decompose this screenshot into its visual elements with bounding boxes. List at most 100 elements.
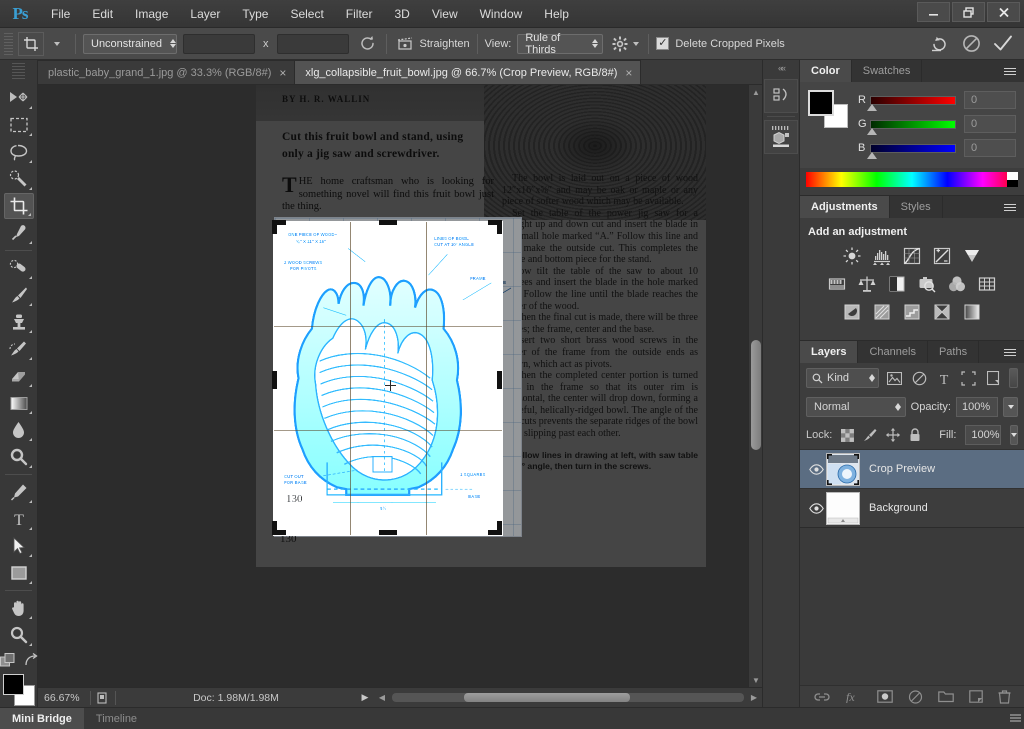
menu-select[interactable]: Select [279, 0, 334, 28]
menu-filter[interactable]: Filter [335, 0, 384, 28]
link-layers-icon[interactable] [813, 691, 830, 703]
blend-mode-stepper[interactable] [894, 403, 901, 411]
black-white-icon[interactable] [887, 274, 907, 294]
crop-overlay-view-select[interactable]: Rule of Thirds [517, 32, 604, 56]
foreground-color-swatch[interactable] [808, 90, 834, 116]
close-button[interactable] [987, 2, 1020, 22]
menu-help[interactable]: Help [533, 0, 580, 28]
scroll-right-arrow[interactable]: ▶ [746, 693, 762, 702]
layer-row-background[interactable]: Background [800, 488, 1024, 527]
zoom-level-field[interactable]: 66.67% [38, 692, 90, 704]
opacity-input[interactable]: 100% [956, 397, 998, 417]
blue-value-input[interactable]: 0 [964, 139, 1016, 157]
filter-shape-icon[interactable] [960, 369, 979, 388]
color-balance-icon[interactable] [857, 274, 877, 294]
new-layer-icon[interactable] [968, 690, 983, 703]
rectangle-tool[interactable] [4, 560, 34, 586]
fill-input[interactable]: 100% [965, 425, 1001, 445]
layer-filter-stepper[interactable] [869, 374, 876, 382]
aspect-preset-select[interactable]: Unconstrained [83, 33, 177, 54]
layer-visibility-toggle[interactable] [806, 502, 826, 514]
lock-position-icon[interactable] [886, 428, 901, 442]
close-icon[interactable]: × [279, 66, 286, 80]
reset-crop-button[interactable] [928, 33, 950, 55]
lasso-tool[interactable] [4, 139, 34, 165]
lock-transparent-icon[interactable] [841, 428, 855, 442]
blue-slider-track[interactable] [867, 143, 956, 159]
document-profile-icon[interactable] [91, 691, 115, 704]
green-slider-knob[interactable] [867, 127, 877, 135]
exposure-icon[interactable] [932, 246, 952, 266]
color-spectrum-ramp[interactable] [806, 172, 1018, 187]
minimize-button[interactable] [917, 2, 950, 22]
layer-thumbnail[interactable] [826, 452, 860, 486]
horizontal-type-tool[interactable]: T [4, 506, 34, 532]
gear-dropdown-arrow[interactable] [631, 33, 641, 55]
swap-colors-icon[interactable] [24, 653, 38, 668]
vibrance-icon[interactable] [962, 246, 982, 266]
canvas-vertical-scrollbar[interactable]: ▲ ▼ [748, 85, 762, 687]
blur-tool[interactable] [4, 417, 34, 443]
gradient-tool[interactable] [4, 390, 34, 416]
blue-slider-knob[interactable] [867, 151, 877, 159]
tool-preset-dropdown[interactable] [46, 33, 68, 55]
crop-handle-middle-right[interactable] [497, 371, 502, 389]
filter-smart-object-icon[interactable] [984, 369, 1003, 388]
close-icon[interactable]: × [625, 66, 632, 80]
canvas-horizontal-scrollbar[interactable] [392, 693, 744, 702]
eyedropper-tool[interactable] [4, 220, 34, 246]
tab-swatches[interactable]: Swatches [852, 60, 923, 82]
tools-panel-grip[interactable] [12, 63, 25, 81]
canvas-area[interactable]: BY H. R. WALLIN Cut this fruit bowl and … [38, 85, 762, 687]
document-tab-collapsible-fruit-bowl[interactable]: xlg_collapsible_fruit_bowl.jpg @ 66.7% (… [295, 60, 642, 84]
layer-filter-toggle[interactable] [1009, 368, 1018, 388]
delete-layer-icon[interactable] [998, 689, 1011, 704]
scroll-down-arrow[interactable]: ▼ [749, 673, 762, 687]
spot-healing-brush-tool[interactable] [4, 255, 34, 281]
lock-all-icon[interactable] [909, 428, 921, 442]
crop-handle-middle-left[interactable] [272, 371, 277, 389]
restore-button[interactable] [952, 2, 985, 22]
lock-image-icon[interactable] [863, 428, 877, 442]
curves-icon[interactable] [902, 246, 922, 266]
3d-icon[interactable] [764, 120, 798, 154]
filter-adjustment-icon[interactable] [910, 369, 929, 388]
history-brush-tool[interactable] [4, 336, 34, 362]
opacity-dropdown-button[interactable] [1003, 397, 1018, 417]
filter-type-icon[interactable]: T [935, 369, 954, 388]
filter-pixel-icon[interactable] [885, 369, 904, 388]
brush-tool[interactable] [4, 282, 34, 308]
active-tool-icon[interactable] [18, 31, 44, 56]
crop-width-input[interactable] [183, 33, 255, 54]
menu-window[interactable]: Window [469, 0, 534, 28]
photo-filter-icon[interactable] [917, 274, 937, 294]
tab-styles[interactable]: Styles [890, 196, 943, 218]
hand-tool[interactable] [4, 595, 34, 621]
layer-filter-kind-select[interactable]: Kind [806, 368, 880, 388]
menu-view[interactable]: View [421, 0, 469, 28]
crop-handle-top-left-v[interactable] [272, 220, 277, 234]
status-play-icon[interactable]: ▶ [356, 692, 374, 703]
tab-mini-bridge[interactable]: Mini Bridge [0, 707, 84, 729]
layer-thumbnail[interactable] [826, 491, 860, 525]
pen-tool[interactable] [4, 479, 34, 505]
vertical-scroll-thumb[interactable] [751, 340, 761, 450]
clone-stamp-tool[interactable] [4, 309, 34, 335]
commit-crop-button[interactable] [992, 33, 1014, 55]
tab-layers[interactable]: Layers [800, 341, 859, 363]
options-bar-grip[interactable] [4, 32, 13, 55]
tab-adjustments[interactable]: Adjustments [800, 196, 890, 218]
selective-color-icon[interactable] [932, 302, 952, 322]
crop-tool[interactable] [3, 193, 34, 219]
red-slider-track[interactable] [867, 95, 956, 111]
gear-icon[interactable] [609, 33, 631, 55]
crop-handle-top-right-v[interactable] [497, 220, 502, 234]
menu-file[interactable]: File [40, 0, 81, 28]
aspect-preset-stepper[interactable] [169, 39, 176, 48]
delete-cropped-pixels-checkbox[interactable]: ✓ [656, 37, 670, 50]
layer-style-fx-icon[interactable]: fx [845, 690, 862, 703]
green-slider-track[interactable] [867, 119, 956, 135]
brightness-contrast-icon[interactable] [842, 246, 862, 266]
tab-color[interactable]: Color [800, 60, 852, 82]
threshold-icon[interactable] [902, 302, 922, 322]
